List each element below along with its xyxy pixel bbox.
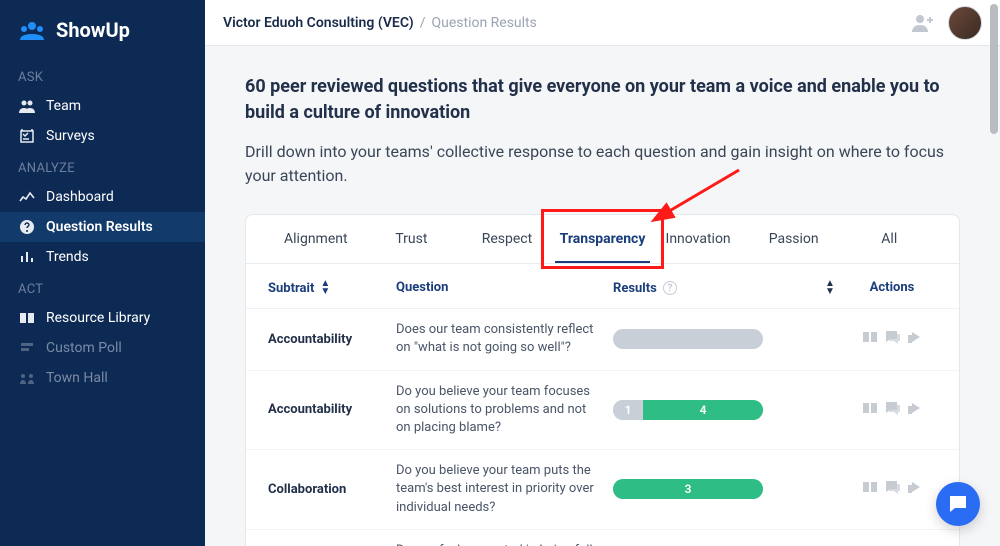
tab-passion[interactable]: Passion	[746, 215, 842, 263]
avatar[interactable]	[948, 6, 982, 40]
result-bar	[613, 329, 763, 349]
sidebar-item-label: Team	[46, 98, 81, 114]
help-icon[interactable]: ?	[663, 281, 677, 295]
comment-action-icon[interactable]	[884, 480, 900, 498]
cell-actions	[847, 480, 937, 498]
cell-question: Do you believe your team puts the team's…	[388, 462, 613, 517]
question-icon	[18, 219, 36, 235]
cell-actions	[847, 330, 937, 348]
cell-results: 14	[613, 400, 813, 420]
book-action-icon[interactable]	[862, 330, 878, 348]
col-header-sort[interactable]: ▲▼	[813, 280, 847, 296]
tab-all[interactable]: All	[841, 215, 937, 263]
comment-action-icon[interactable]	[884, 330, 900, 348]
content: 60 peer reviewed questions that give eve…	[205, 46, 1000, 546]
sidebar-item-custom-poll[interactable]: Custom Poll	[0, 333, 205, 363]
share-action-icon[interactable]	[906, 480, 922, 498]
table-row: CollaborationDo you feel supported in be…	[246, 530, 959, 546]
surveys-icon	[18, 129, 36, 143]
sidebar-item-label: Question Results	[46, 219, 153, 235]
tab-transparency[interactable]: Transparency	[555, 215, 651, 263]
sidebar-section-label: ASK	[0, 60, 205, 91]
add-user-icon[interactable]	[912, 14, 934, 32]
sort-icon[interactable]: ▲▼	[320, 280, 330, 296]
table-row: CollaborationDo you believe your team pu…	[246, 450, 959, 530]
sidebar-item-dashboard[interactable]: Dashboard	[0, 182, 205, 212]
cell-results	[613, 329, 813, 349]
townhall-icon	[18, 371, 36, 385]
cell-subtrait: Accountability	[268, 332, 388, 347]
cell-question: Do you feel supported in being fully hon…	[388, 542, 613, 546]
book-action-icon[interactable]	[862, 480, 878, 498]
page-title: 60 peer reviewed questions that give eve…	[245, 74, 960, 126]
cell-subtrait: Accountability	[268, 402, 388, 417]
cell-question: Do you believe your team focuses on solu…	[388, 383, 613, 438]
book-icon	[18, 311, 36, 325]
comment-action-icon[interactable]	[884, 401, 900, 419]
cell-subtrait: Collaboration	[268, 482, 388, 497]
sidebar: ShowUp ASK Team Surveys ANALYZE Dashboard Que…	[0, 0, 205, 546]
sidebar-item-label: Dashboard	[46, 189, 114, 205]
table-row: AccountabilityDoes our team consistently…	[246, 309, 959, 370]
col-header-subtrait[interactable]: Subtrait ▲▼	[268, 280, 388, 296]
sort-icon: ▲▼	[825, 280, 835, 296]
col-header-question[interactable]: Question	[388, 280, 613, 296]
cell-question: Does our team consistently reflect on "w…	[388, 321, 613, 357]
sidebar-section-label: ANALYZE	[0, 151, 205, 182]
chat-fab[interactable]	[936, 482, 980, 526]
cell-results: 3	[613, 479, 813, 499]
page-subtitle: Drill down into your teams' collective r…	[245, 140, 960, 188]
sidebar-item-label: Surveys	[46, 128, 95, 144]
sidebar-item-label: Custom Poll	[46, 340, 122, 356]
sidebar-item-town-hall[interactable]: Town Hall	[0, 363, 205, 393]
trends-icon	[18, 250, 36, 264]
book-action-icon[interactable]	[862, 401, 878, 419]
col-header-actions: Actions	[847, 280, 937, 296]
annotation-arrow	[654, 165, 744, 225]
breadcrumb-page: Question Results	[431, 15, 536, 31]
dashboard-icon	[18, 190, 36, 204]
result-bar: 14	[613, 400, 763, 420]
tabs-bar: AlignmentTrustRespectTransparencyInnovat…	[246, 215, 959, 264]
sidebar-item-resource-library[interactable]: Resource Library	[0, 303, 205, 333]
sidebar-item-label: Trends	[46, 249, 89, 265]
poll-icon	[18, 341, 36, 355]
share-action-icon[interactable]	[906, 401, 922, 419]
sidebar-item-label: Resource Library	[46, 310, 150, 326]
tab-respect[interactable]: Respect	[459, 215, 555, 263]
sidebar-section-label: ACT	[0, 272, 205, 303]
results-panel: AlignmentTrustRespectTransparencyInnovat…	[245, 214, 960, 546]
tab-trust[interactable]: Trust	[364, 215, 460, 263]
result-bar: 3	[613, 479, 763, 499]
topbar: Victor Eduoh Consulting (VEC) / Question…	[205, 0, 1000, 46]
sidebar-item-label: Town Hall	[46, 370, 108, 386]
cell-actions	[847, 401, 937, 419]
team-icon	[18, 99, 36, 113]
sidebar-item-question-results[interactable]: Question Results	[0, 212, 205, 242]
tab-alignment[interactable]: Alignment	[268, 215, 364, 263]
brand: ShowUp	[0, 12, 205, 60]
scrollbar[interactable]	[990, 0, 998, 546]
sidebar-item-team[interactable]: Team	[0, 91, 205, 121]
share-action-icon[interactable]	[906, 330, 922, 348]
sidebar-item-surveys[interactable]: Surveys	[0, 121, 205, 151]
col-header-results[interactable]: Results ?	[613, 280, 813, 296]
brand-icon	[18, 20, 46, 40]
brand-name: ShowUp	[56, 18, 130, 42]
sidebar-item-trends[interactable]: Trends	[0, 242, 205, 272]
table-header: Subtrait ▲▼ Question Results ? ▲▼ Action…	[246, 264, 959, 309]
breadcrumb-org[interactable]: Victor Eduoh Consulting (VEC)	[223, 15, 414, 31]
table-row: AccountabilityDo you believe your team f…	[246, 371, 959, 451]
